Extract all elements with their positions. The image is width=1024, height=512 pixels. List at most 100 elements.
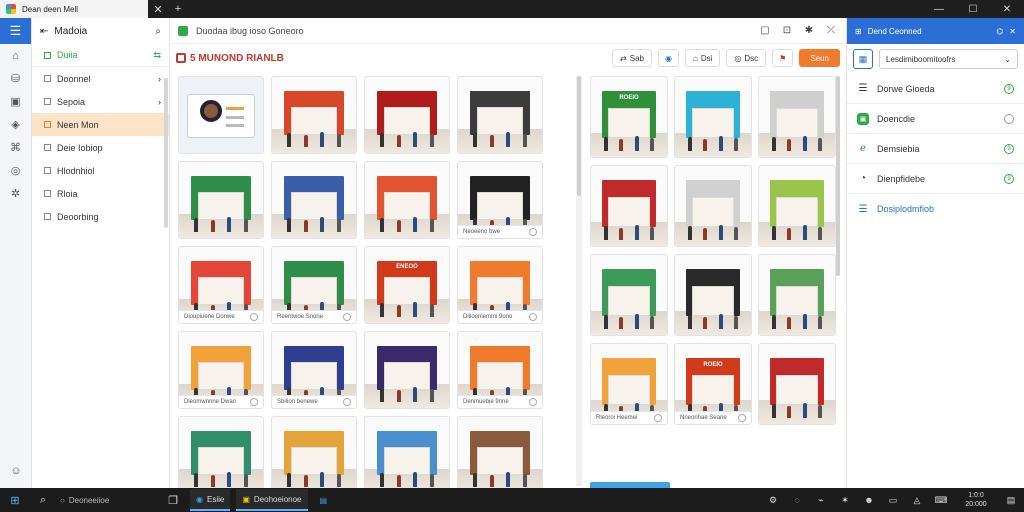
image-card[interactable]: Dioupiuene Donwe [178,246,264,324]
image-card[interactable]: ENEOO [364,246,450,324]
notification-icon[interactable]: ▤ [1002,495,1020,506]
browser-tab[interactable]: Dean deen Mell [0,0,148,18]
sidebar-item-0[interactable]: Duiia ⇆ [32,44,169,67]
toolbar-button-4[interactable]: ⚑ [772,49,794,67]
more-icon[interactable] [343,313,351,321]
toolbar-button-0[interactable]: ⇄ Sab [612,49,652,67]
image-card[interactable]: Rleoroi Heemei [590,343,668,425]
image-card[interactable] [364,76,450,154]
grid-view-icon[interactable]: ▦ [853,49,873,69]
globe-icon[interactable]: ◎ [0,159,31,182]
image-card[interactable] [674,76,752,158]
image-card[interactable]: ROEIO Nneonhae Seane [674,343,752,425]
image-card[interactable] [758,76,836,158]
taskbar-app-1[interactable]: ▣ Deohoeionoe [236,489,308,511]
sidebar-item-6[interactable]: Rloia [32,182,169,205]
taskbar-app-2[interactable]: ▤ [314,489,334,511]
more-icon[interactable] [250,313,258,321]
sidebar-item-5[interactable]: Hlodnhiol [32,159,169,182]
right-panel-item-0[interactable]: ☰ Dorwe Gioeda 9 [847,74,1024,104]
more-icon[interactable] [250,398,258,406]
window-icon[interactable]: ▢ [758,24,772,38]
left-scrollbar-thumb[interactable] [577,76,581,196]
task-view-icon[interactable]: ❐ [162,489,184,511]
image-card[interactable]: Diiloeniemmi 9ono [457,246,543,324]
home-icon[interactable]: ⌂ [0,44,31,67]
image-card[interactable]: Neoeeno bwe [457,161,543,239]
location-icon[interactable]: ◬ [908,495,926,506]
people-icon[interactable]: ☻ [860,495,878,505]
taskbar-app-0[interactable]: ◉ Esiie [190,489,231,511]
gear-icon[interactable]: ✱ [802,24,816,38]
toolbar-button-3[interactable]: ◎ Dsc [726,49,767,67]
image-card[interactable]: Sbilion benewe [271,331,357,409]
more-icon[interactable] [529,398,537,406]
sidebar-item-3[interactable]: Neen Mon [32,113,169,136]
sidebar-item-7[interactable]: Deoorbing [32,205,169,228]
image-card[interactable] [271,76,357,154]
taskbar-search[interactable]: ○ Deoneeiioe [60,491,156,509]
lock-icon[interactable]: ⊡ [780,24,794,38]
toolbar-button-1[interactable]: ◉ [657,49,679,67]
filter-select[interactable]: Lesdimiboomitoofrs ⌄ [879,49,1018,69]
image-card[interactable] [178,161,264,239]
right-panel-item-2[interactable]: ℯ Demsiebia 9 [847,134,1024,164]
more-icon[interactable] [654,414,662,422]
shop-icon[interactable]: ⌘ [0,136,31,159]
tab-close-icon[interactable]: ✕ [148,0,168,18]
sidebar-item-2[interactable]: Sepoia › [32,90,169,113]
maximize-button[interactable]: ☐ [956,0,990,18]
sidebar-scrollbar[interactable] [164,78,168,228]
image-card[interactable]: ROEIO [590,76,668,158]
image-card[interactable] [178,416,264,494]
right-scrollbar[interactable] [836,76,840,276]
image-card[interactable] [457,416,543,494]
right-panel-item-4[interactable]: ☰ Dosiplodmfiob [847,194,1024,224]
image-card[interactable] [364,161,450,239]
share-icon[interactable]: ⤫ [824,24,838,38]
network-icon[interactable]: ⌁ [812,495,830,506]
image-card[interactable] [674,165,752,247]
image-card[interactable] [178,76,264,154]
close-button[interactable]: ✕ [990,0,1024,18]
image-card[interactable] [674,254,752,336]
more-icon[interactable] [343,398,351,406]
image-card[interactable] [457,76,543,154]
right-panel-item-1[interactable]: ▣ Doencdie [847,104,1024,134]
gallery-icon[interactable]: ▣ [0,90,31,113]
keyboard-icon[interactable]: ⌨ [932,495,950,506]
gear-icon[interactable]: ⚙ [764,495,782,506]
pin-icon[interactable]: ⊞ [855,27,862,36]
image-card[interactable]: Dleomwnnne Dwan [178,331,264,409]
image-card[interactable] [590,254,668,336]
minimize-button[interactable]: — [922,0,956,18]
search-icon[interactable]: ⌕ [32,489,54,511]
bluetooth-icon[interactable]: ✶ [836,495,854,506]
image-card[interactable] [590,165,668,247]
image-card[interactable] [758,165,836,247]
cloud-icon[interactable]: ⌬ [996,27,1003,36]
start-icon[interactable]: ⊞ [4,489,26,511]
more-icon[interactable] [738,414,746,422]
back-icon[interactable]: ⇤ [40,26,48,37]
image-card[interactable]: Denmuebie 9nne [457,331,543,409]
sidebar-item-1[interactable]: Doonnel › [32,67,169,90]
right-panel-item-3[interactable]: ◔ Dienpfidebe 9 [847,164,1024,194]
settings-icon[interactable]: ✲ [0,182,31,205]
chat-icon[interactable]: ◌ [788,495,806,505]
toolbar-button-2[interactable]: ⌂ Dsi [684,49,721,67]
search-icon[interactable]: ⌕ [155,26,161,37]
image-card[interactable] [271,416,357,494]
screen-icon[interactable]: ▭ [884,495,902,506]
bag-icon[interactable]: ◈ [0,113,31,136]
more-icon[interactable] [529,313,537,321]
menu-icon[interactable]: ☰ [0,18,31,44]
image-card[interactable] [364,416,450,494]
image-card[interactable]: Reentwoe Snone [271,246,357,324]
column-divider[interactable] [576,76,582,486]
image-card[interactable] [271,161,357,239]
image-card[interactable] [758,254,836,336]
new-tab-button[interactable]: + [168,0,188,18]
image-card[interactable] [364,331,450,409]
user-icon[interactable]: ☺ [0,459,32,482]
